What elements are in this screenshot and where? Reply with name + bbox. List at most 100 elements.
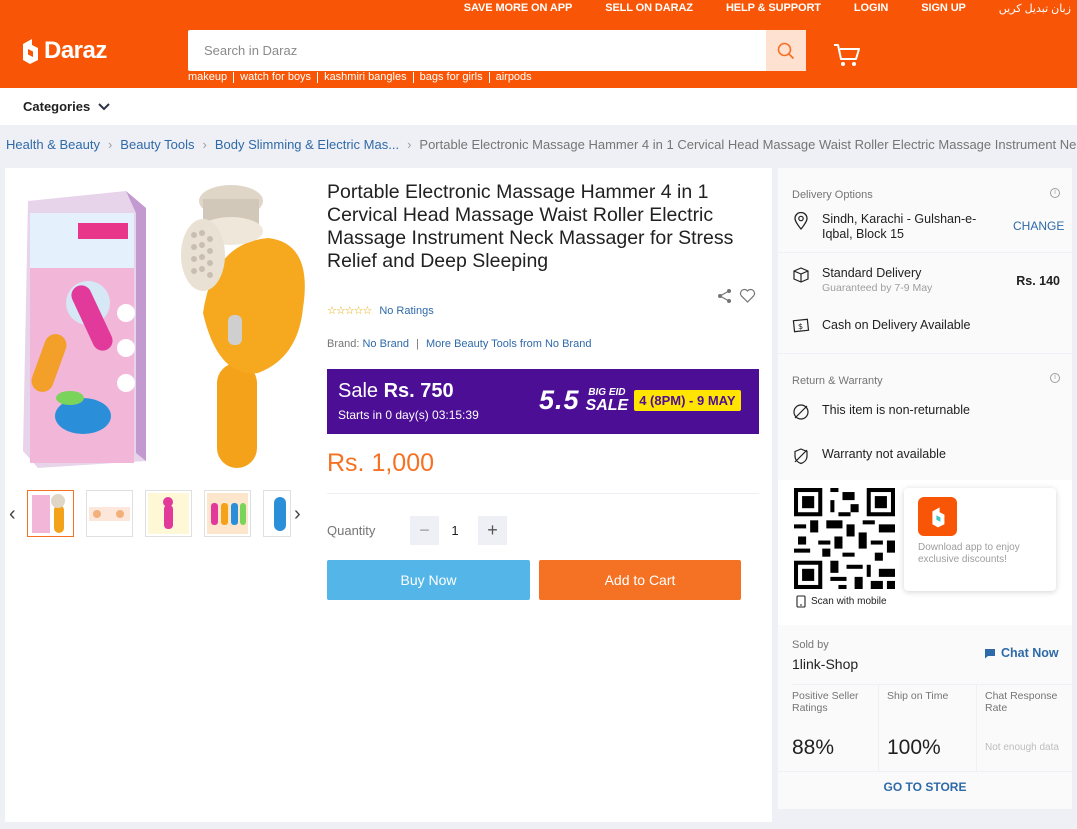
chat-now-label: Chat Now <box>1001 646 1059 660</box>
standard-delivery: Standard Delivery Guaranteed by 7-9 May <box>792 266 932 294</box>
ratings: ☆☆☆☆☆ No Ratings <box>327 304 434 318</box>
chat-now-button[interactable]: Chat Now <box>984 646 1059 660</box>
chevron-left-icon[interactable]: ‹ <box>9 503 16 526</box>
heart-icon[interactable] <box>739 288 756 304</box>
buy-now-button[interactable]: Buy Now <box>327 560 530 600</box>
thumbnail[interactable] <box>145 490 192 537</box>
divider <box>327 493 759 494</box>
categories-dropdown[interactable]: Categories <box>23 99 110 114</box>
product-image[interactable] <box>18 183 308 475</box>
login-link[interactable]: LOGIN <box>854 2 888 16</box>
delivery-guarantee: Guaranteed by 7-9 May <box>822 282 933 294</box>
search-input[interactable] <box>188 30 766 71</box>
breadcrumb: Health & Beauty › Beauty Tools › Body Sl… <box>6 137 1077 152</box>
chevron-right-icon: › <box>202 137 207 152</box>
brand-link[interactable]: No Brand <box>362 338 408 350</box>
event-line2: SALE <box>585 396 629 414</box>
return-text: This item is non-returnable <box>822 403 970 417</box>
flash-sale-banner: Sale Rs. 750 Starts in 0 day(s) 03:15:39… <box>327 369 759 434</box>
product-image-illustration <box>23 185 305 468</box>
more-from-brand-link[interactable]: More Beauty Tools from No Brand <box>426 338 591 350</box>
delivery-fee: Rs. 140 <box>1016 274 1060 288</box>
event-line1: BIG EID <box>588 386 626 398</box>
sale-price: Sale Rs. 750 <box>338 380 454 403</box>
share-icon[interactable] <box>717 288 733 304</box>
thumbnail[interactable] <box>86 490 133 537</box>
location-text: Sindh, Karachi - Gulshan-e-Iqbal, Block … <box>822 212 977 241</box>
suggestion-link[interactable]: kashmiri bangles <box>317 72 413 83</box>
event-number: 5.5 <box>539 385 580 415</box>
thumbnail-strip: ‹ › <box>5 483 310 543</box>
delivery-options-header: Delivery Options <box>792 189 873 201</box>
header-bar: SAVE MORE ON APP SELL ON DARAZ HELP & SU… <box>0 0 1077 88</box>
info-icon[interactable]: i <box>1050 188 1060 198</box>
metric-value: Not enough data <box>985 742 1059 753</box>
search-suggestions: makeup watch for boys kashmiri bangles b… <box>188 72 538 83</box>
sale-label: Sale <box>338 380 379 402</box>
standard-delivery-label: Standard Delivery <box>822 266 922 280</box>
change-location-button[interactable]: CHANGE <box>1013 219 1064 233</box>
daraz-app-icon <box>918 497 957 536</box>
search-icon <box>777 42 795 59</box>
suggestion-link[interactable]: bags for girls <box>412 72 489 83</box>
app-download-panel: Scan with mobile Download app to enjoy e… <box>778 480 1072 625</box>
suggestion-link[interactable]: airpods <box>488 72 538 83</box>
warranty-info: Warranty not available <box>792 447 946 465</box>
thumbnail[interactable] <box>27 490 74 537</box>
seller-name[interactable]: 1link-Shop <box>792 656 858 672</box>
signup-link[interactable]: SIGN UP <box>921 2 966 16</box>
qr-code-icon <box>794 488 895 589</box>
breadcrumb-link[interactable]: Health & Beauty <box>6 137 100 152</box>
app-promo-popup[interactable]: Download app to enjoy exclusive discount… <box>904 488 1056 591</box>
daraz-logo[interactable]: Daraz <box>20 36 107 66</box>
scan-with-mobile: Scan with mobile <box>796 595 887 608</box>
cod-text: Cash on Delivery Available <box>822 318 971 332</box>
quantity-decrease-button[interactable]: − <box>410 516 439 545</box>
breadcrumb-link[interactable]: Beauty Tools <box>120 137 194 152</box>
suggestion-link[interactable]: watch for boys <box>233 72 317 83</box>
help-support-link[interactable]: HELP & SUPPORT <box>726 2 821 16</box>
no-return-icon <box>793 404 809 420</box>
chevron-right-icon: › <box>107 137 113 152</box>
thumbnail[interactable] <box>204 490 251 537</box>
suggestion-link[interactable]: makeup <box>188 72 233 83</box>
logo-text: Daraz <box>44 37 107 64</box>
thumbnail[interactable] <box>263 490 291 537</box>
quantity-value[interactable]: 1 <box>445 523 465 538</box>
chevron-right-icon[interactable]: › <box>294 503 301 526</box>
warranty-text: Warranty not available <box>822 447 946 461</box>
add-to-cart-button[interactable]: Add to Cart <box>539 560 741 600</box>
metric-chat-response: Chat Response Rate Not enough data <box>976 684 1072 772</box>
sale-countdown: Starts in 0 day(s) 03:15:39 <box>338 408 479 422</box>
metric-label: Positive Seller Ratings <box>792 690 859 714</box>
event-dates: 4 (8PM) - 9 MAY <box>634 390 741 411</box>
cash-icon: $ <box>792 318 810 333</box>
go-to-store-button[interactable]: GO TO STORE <box>778 780 1072 794</box>
sell-on-daraz-link[interactable]: SELL ON DARAZ <box>605 2 693 16</box>
quantity-label: Quantity <box>327 523 376 538</box>
sale-price-value: Rs. 750 <box>383 380 454 402</box>
product-title: Portable Electronic Massage Hammer 4 in … <box>327 181 734 272</box>
seller-panel: Sold by 1link-Shop Chat Now Positive Sel… <box>778 628 1072 809</box>
cash-on-delivery: $ Cash on Delivery Available <box>792 318 970 334</box>
mobile-icon <box>796 595 806 608</box>
ratings-link[interactable]: No Ratings <box>379 305 433 317</box>
search-button[interactable] <box>766 30 806 71</box>
language-switch-link[interactable]: زبان تبدیل کریں <box>999 2 1071 16</box>
share-wishlist <box>717 288 756 304</box>
divider <box>778 252 1072 253</box>
location-pin-icon <box>794 212 808 230</box>
event-title: BIG EID SALE <box>585 386 629 414</box>
breadcrumb-link[interactable]: Body Slimming & Electric Mas... <box>215 137 399 152</box>
info-icon[interactable]: i <box>1050 373 1060 383</box>
cart-button[interactable] <box>833 42 861 73</box>
delivery-package-icon <box>793 267 809 283</box>
return-warranty-header: Return & Warranty <box>792 375 883 387</box>
sold-by-label: Sold by <box>792 639 829 651</box>
save-more-on-app-link[interactable]: SAVE MORE ON APP <box>464 2 573 16</box>
product-price: Rs. 1,000 <box>327 449 435 477</box>
eid-sale-badge: 5.5 BIG EID SALE 4 (8PM) - 9 MAY <box>539 385 741 416</box>
no-warranty-icon <box>794 448 808 465</box>
divider <box>778 771 1072 772</box>
quantity-increase-button[interactable]: + <box>478 516 507 545</box>
